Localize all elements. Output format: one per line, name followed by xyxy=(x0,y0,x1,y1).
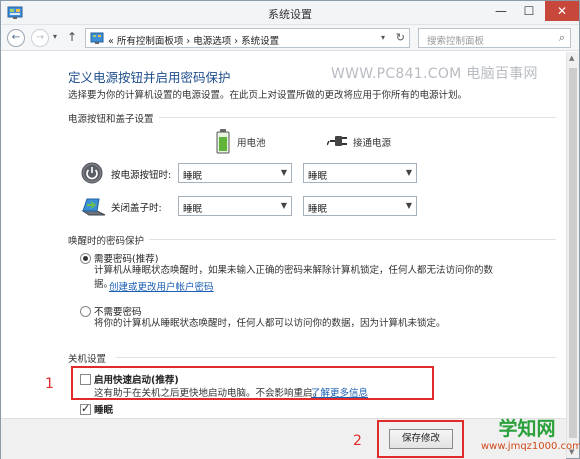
site-logo-title: 学知网 xyxy=(498,418,556,440)
require-password-description-line1: 计算机从睡眠状态唤醒时，如果未输入正确的密码来解除计算机锁定，任何人都无法访问你… xyxy=(94,265,494,276)
column-battery-label: 用电池 xyxy=(237,138,266,149)
breadcrumb-item-power-options[interactable]: 电源选项 xyxy=(193,36,231,47)
breadcrumb-item-system-settings[interactable]: 系统设置 xyxy=(241,36,279,47)
chevron-down-icon: ▼ xyxy=(405,201,412,210)
address-bar: ← → ▾ ↑ « 所有控制面板项 › 电源选项 › 系统设置 ▾ ↻ 搜索控制… xyxy=(1,25,579,51)
no-password-description: 将你的计算机从睡眠状态唤醒时，任何人都可以访问你的数据，因为计算机未锁定。 xyxy=(94,318,446,329)
section-shutdown-label: 关机设置 xyxy=(68,354,107,365)
control-panel-small-icon xyxy=(90,32,104,44)
search-input[interactable]: 搜索控制面板 ⌕ xyxy=(418,28,571,48)
recent-locations-chevron-icon[interactable]: ▾ xyxy=(53,32,57,41)
breadcrumb-separator: › xyxy=(186,36,191,47)
section-divider xyxy=(159,117,556,118)
site-logo: 学知网 www.jmqz1000.com xyxy=(481,414,580,458)
power-button-icon xyxy=(81,162,103,184)
column-plugged-label: 接通电源 xyxy=(353,138,392,149)
sleep-label[interactable]: 睡眠 xyxy=(94,402,113,416)
breadcrumb-text: « 所有控制面板项 › 电源选项 › 系统设置 xyxy=(108,33,279,47)
battery-icon xyxy=(216,129,230,154)
breadcrumb[interactable]: « 所有控制面板项 › 电源选项 › 系统设置 ▾ ↻ xyxy=(85,28,410,48)
power-plug-icon xyxy=(327,136,347,146)
no-password-radio[interactable] xyxy=(80,306,91,317)
select-value: 睡眠 xyxy=(308,171,328,182)
search-icon[interactable]: ⌕ xyxy=(559,31,565,45)
require-password-label[interactable]: 需要密码(推荐) xyxy=(94,251,158,265)
chevron-down-icon[interactable]: ▾ xyxy=(381,33,385,42)
section-power-buttons-label: 电源按钮和盖子设置 xyxy=(68,114,154,125)
section-password-label: 唤醒时的密码保护 xyxy=(68,236,145,247)
annotation-number-2: 2 xyxy=(353,433,362,449)
annotation-box-2 xyxy=(377,420,464,458)
site-logo-url: www.jmqz1000.com xyxy=(481,441,580,452)
back-arrow-icon[interactable]: ← xyxy=(7,29,25,47)
page-title: 定义电源按钮并启用密码保护 xyxy=(68,70,231,85)
page-description: 选择要为你的计算机设置的电源设置。在此页上对设置所做的更改将应用于你所有的电源计… xyxy=(68,90,468,101)
select-value: 睡眠 xyxy=(308,204,328,215)
power-button-label: 按电源按钮时: xyxy=(111,170,172,181)
close-lid-label: 关闭盖子时: xyxy=(111,203,162,214)
scroll-up-icon[interactable]: ▲ xyxy=(569,54,574,62)
minimize-button[interactable]: — xyxy=(487,1,515,21)
no-password-label[interactable]: 不需要密码 xyxy=(94,304,142,318)
chevron-down-icon: ▼ xyxy=(405,168,412,177)
laptop-lid-icon xyxy=(81,198,106,216)
watermark: WWW.PC841.COM 电脑百事网 xyxy=(331,66,538,82)
maximize-button[interactable]: ☐ xyxy=(515,1,543,21)
section-divider xyxy=(116,357,556,358)
create-password-link[interactable]: 创建或更改用户帐户密码 xyxy=(109,279,214,293)
forward-arrow-icon[interactable]: → xyxy=(31,29,49,47)
settings-window: 系统设置 — ☐ ✕ ← → ▾ ↑ « 所有控制面板项 › 电源选项 › 系统… xyxy=(0,0,580,459)
breadcrumb-overflow[interactable]: « xyxy=(108,36,114,47)
section-divider xyxy=(149,239,556,240)
close-button[interactable]: ✕ xyxy=(545,1,579,21)
refresh-icon[interactable]: ↻ xyxy=(396,31,405,44)
sleep-checkbox[interactable] xyxy=(80,402,91,415)
breadcrumb-separator: › xyxy=(234,36,239,47)
select-value: 睡眠 xyxy=(183,204,203,215)
chevron-down-icon: ▼ xyxy=(280,201,287,210)
power-button-plugged-select[interactable]: 睡眠 ▼ xyxy=(303,163,417,183)
chevron-down-icon: ▼ xyxy=(280,168,287,177)
close-lid-battery-select[interactable]: 睡眠 ▼ xyxy=(178,196,292,216)
title-bar: 系统设置 — ☐ ✕ xyxy=(1,1,579,25)
scroll-thumb[interactable] xyxy=(569,68,577,438)
annotation-box-1 xyxy=(71,366,434,400)
search-placeholder: 搜索控制面板 xyxy=(427,36,485,47)
vertical-scrollbar[interactable]: ▲ ▼ xyxy=(566,52,579,458)
breadcrumb-item-control-panel[interactable]: 所有控制面板项 xyxy=(117,36,184,47)
require-password-radio[interactable] xyxy=(80,253,91,264)
annotation-number-1: 1 xyxy=(45,376,54,392)
select-value: 睡眠 xyxy=(183,171,203,182)
close-lid-plugged-select[interactable]: 睡眠 ▼ xyxy=(303,196,417,216)
up-arrow-icon[interactable]: ↑ xyxy=(67,30,77,44)
power-button-battery-select[interactable]: 睡眠 ▼ xyxy=(178,163,292,183)
